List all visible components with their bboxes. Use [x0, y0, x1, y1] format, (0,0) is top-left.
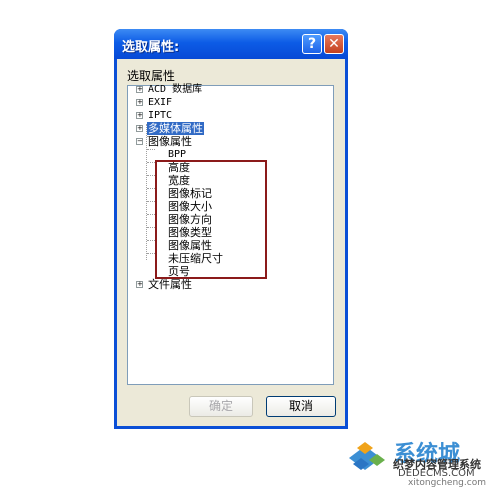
help-icon: ? — [307, 36, 317, 52]
tree-branch-line — [147, 188, 155, 189]
close-button[interactable]: ✕ — [324, 34, 344, 54]
cancel-button[interactable]: 取消 — [266, 396, 336, 417]
expand-icon[interactable]: + — [136, 99, 143, 106]
tree-branch-line — [147, 227, 155, 228]
group-label: 选取属性 — [127, 69, 176, 83]
tree-node-label: 文件属性 — [148, 278, 192, 291]
windows-logo-icon — [349, 442, 385, 470]
expand-icon[interactable]: + — [136, 281, 143, 288]
collapse-icon[interactable]: − — [136, 138, 143, 145]
tree-node-multimedia[interactable]: + 多媒体属性 — [132, 122, 312, 135]
tree-branch-line — [147, 214, 155, 215]
tree-node-label: 图像属性 — [148, 135, 192, 148]
expand-icon[interactable]: + — [136, 112, 143, 119]
watermark-sub-url: xitongcheng.com — [408, 478, 486, 488]
tree-node-label-selected: 多媒体属性 — [147, 122, 204, 135]
expand-icon[interactable]: + — [136, 86, 143, 93]
tree-node-exif[interactable]: + EXIF — [132, 96, 312, 109]
tree-branch-line — [147, 201, 155, 202]
highlight-box — [155, 160, 267, 279]
close-icon: ✕ — [328, 36, 340, 52]
title-bar[interactable]: 选取属性: ? ✕ — [114, 29, 348, 59]
tree-branch-line — [147, 240, 155, 241]
tree-branch-line — [147, 253, 155, 254]
tree-node-label: EXIF — [148, 97, 173, 108]
help-button[interactable]: ? — [302, 34, 322, 54]
ok-button[interactable]: 确定 — [189, 396, 253, 417]
dialog-title: 选取属性: — [122, 40, 180, 55]
tree-node-file[interactable]: + 文件属性 — [132, 278, 312, 291]
tree-node-image[interactable]: − 图像属性 — [132, 135, 312, 148]
tree-node-iptc[interactable]: + IPTC — [132, 109, 312, 122]
expand-icon[interactable]: + — [136, 125, 143, 132]
tree-branch-line — [147, 149, 155, 150]
tree-node-acd[interactable]: + ACD 数据库 — [132, 83, 312, 96]
tree-branch-line — [147, 162, 155, 163]
tree-node-label: ACD 数据库 — [148, 84, 203, 95]
tree-branch-line — [147, 175, 155, 176]
tree-node-label: IPTC — [148, 110, 173, 121]
